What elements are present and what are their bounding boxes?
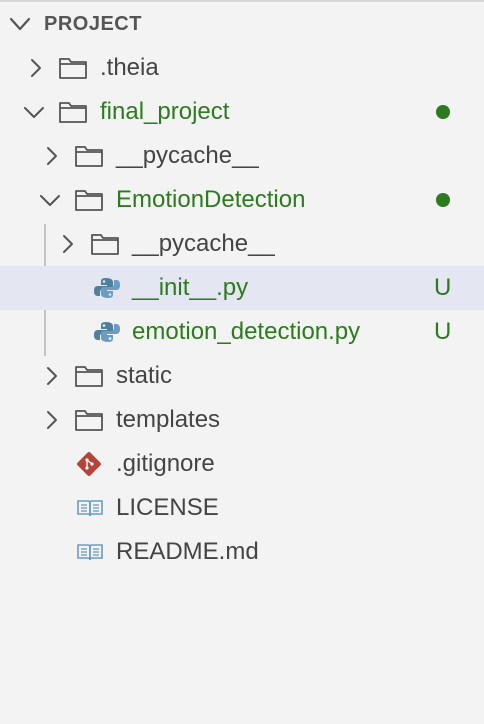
git-modified-dot (436, 105, 450, 119)
tree-item-license[interactable]: LICENSE (0, 486, 484, 530)
tree-item-label: README.md (116, 538, 259, 565)
tree-item-label: templates (116, 406, 221, 433)
tree-item-label: final_project (100, 98, 230, 125)
git-file-icon (77, 452, 101, 476)
folder-icon (75, 146, 103, 167)
tree-item-label: LICENSE (116, 494, 219, 521)
chevron-down-icon[interactable] (6, 10, 34, 38)
chevron-down-icon[interactable] (38, 187, 62, 213)
folder-icon (75, 190, 103, 211)
tree-item-label: emotion_detection.py (132, 318, 361, 345)
tree-item-templates[interactable]: templates (0, 398, 484, 442)
tree-item-emotion-detection-py[interactable]: emotion_detection.py U (0, 310, 484, 354)
chevron-down-icon[interactable] (22, 99, 46, 125)
git-untracked-badge: U (434, 274, 452, 301)
tree-item-init-py[interactable]: __init__.py U (0, 266, 484, 310)
chevron-right-icon[interactable] (40, 407, 64, 433)
tree-item-label: __pycache__ (116, 142, 259, 169)
python-file-icon (94, 278, 120, 298)
tree-item-label: __pycache__ (132, 230, 275, 257)
file-explorer: PROJECT .theia final_project __pycache__ (0, 0, 484, 724)
chevron-right-icon[interactable] (56, 231, 80, 257)
tree-item-gitignore[interactable]: .gitignore (0, 442, 484, 486)
folder-icon (91, 234, 119, 255)
book-file-icon (77, 500, 103, 517)
explorer-section-header[interactable]: PROJECT (0, 2, 484, 46)
tree-item-label: __init__.py (132, 274, 249, 301)
git-untracked-badge: U (434, 318, 452, 345)
tree-item-label: .gitignore (116, 450, 215, 477)
tree-item-label: .theia (100, 54, 159, 81)
tree-item-emotion-detection-folder[interactable]: EmotionDetection (0, 178, 484, 222)
tree-item-static[interactable]: static (0, 354, 484, 398)
folder-icon (59, 58, 87, 79)
tree-item-readme[interactable]: README.md (0, 530, 484, 574)
tree-item-label: EmotionDetection (116, 186, 306, 213)
book-file-icon (77, 544, 103, 561)
chevron-right-icon[interactable] (40, 363, 64, 389)
chevron-right-icon[interactable] (24, 55, 48, 81)
tree-item-theia[interactable]: .theia (0, 46, 484, 90)
tree-item-label: static (116, 362, 173, 389)
folder-icon (75, 410, 103, 431)
tree-item-pycache[interactable]: __pycache__ (0, 134, 484, 178)
tree-item-final-project[interactable]: final_project (0, 90, 484, 134)
folder-icon (59, 102, 87, 123)
python-file-icon (94, 322, 120, 342)
git-modified-dot (436, 193, 450, 207)
section-title: PROJECT (44, 13, 142, 35)
tree-item-pycache-nested[interactable]: __pycache__ (0, 222, 484, 266)
chevron-right-icon[interactable] (40, 143, 64, 169)
folder-icon (75, 366, 103, 387)
